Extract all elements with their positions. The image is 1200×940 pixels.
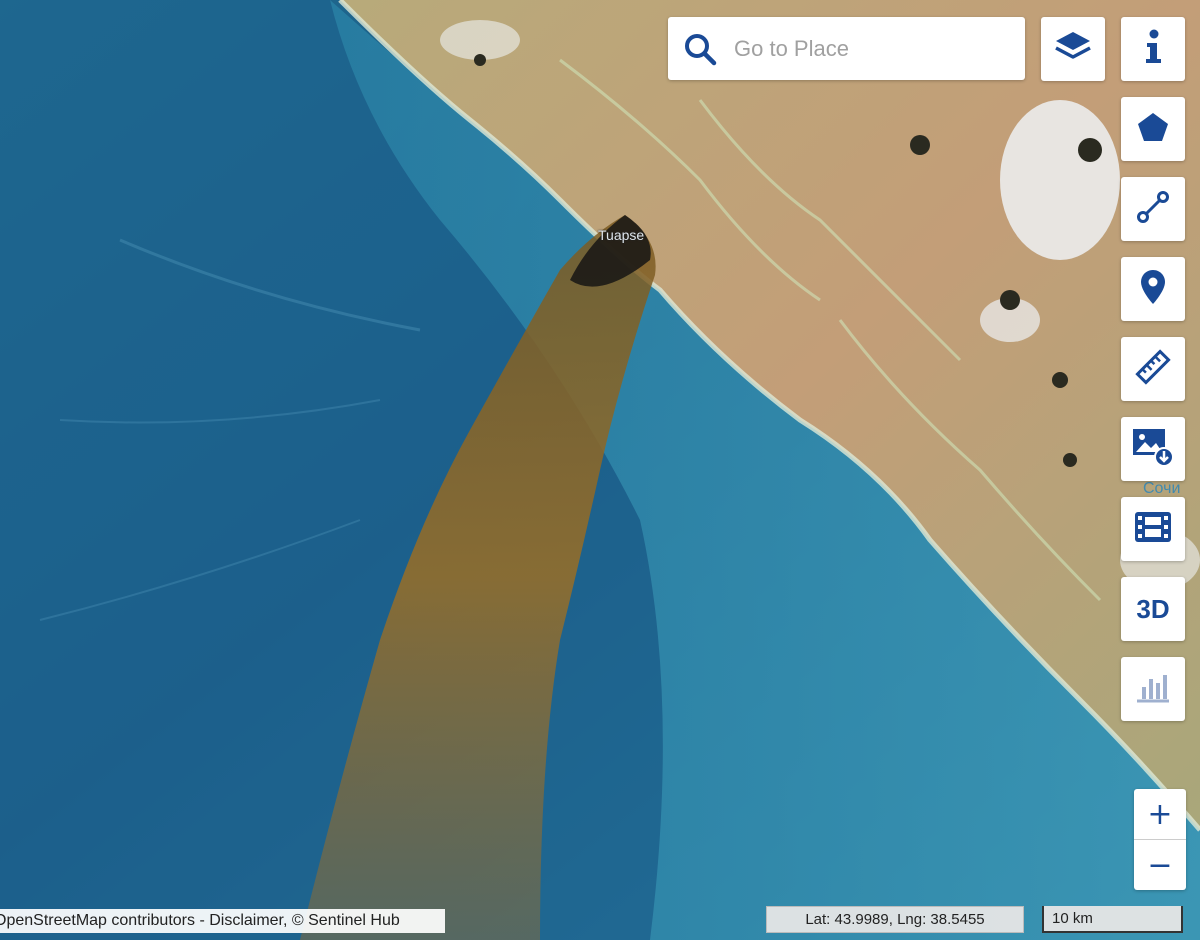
3d-label: 3D — [1136, 593, 1170, 624]
map-pin-icon — [1140, 269, 1166, 310]
satellite-imagery — [0, 0, 1200, 940]
layers-icon — [1053, 29, 1093, 70]
scale-bar: 10 km — [1042, 906, 1183, 933]
bar-chart-icon — [1135, 671, 1171, 708]
zoom-control: + − — [1134, 789, 1186, 890]
zoom-out-button[interactable]: − — [1134, 840, 1186, 890]
download-image-button[interactable] — [1121, 417, 1185, 481]
attribution-text[interactable]: OpenStreetMap contributors - Disclaimer,… — [0, 912, 400, 929]
attribution-bar: OpenStreetMap contributors - Disclaimer,… — [0, 909, 445, 933]
cursor-coordinates: Lat: 43.9989, Lng: 38.5455 — [766, 906, 1024, 933]
place-label-tuapse: Tuapse — [598, 227, 645, 243]
search-box — [668, 17, 1025, 80]
draw-polygon-button[interactable] — [1121, 97, 1185, 161]
timelapse-button[interactable] — [1121, 497, 1185, 561]
pentagon-icon — [1137, 112, 1169, 147]
info-icon — [1143, 29, 1163, 70]
ruler-button[interactable] — [1121, 337, 1185, 401]
search-icon[interactable] — [668, 17, 732, 80]
map-viewport[interactable]: Tuapse Сочи Go to Place 3D + − OpenStree… — [0, 0, 1200, 940]
layers-button[interactable] — [1041, 17, 1105, 81]
place-pin-button[interactable] — [1121, 257, 1185, 321]
line-measure-icon — [1136, 190, 1170, 229]
film-icon — [1134, 511, 1172, 548]
image-download-icon — [1132, 427, 1174, 472]
search-input[interactable] — [732, 34, 1006, 63]
measure-line-button[interactable] — [1121, 177, 1185, 241]
place-label-sochi: Сочи — [1143, 480, 1181, 497]
info-button[interactable] — [1121, 17, 1185, 81]
zoom-in-button[interactable]: + — [1134, 789, 1186, 839]
3d-view-button[interactable]: 3D — [1121, 577, 1185, 641]
ruler-icon — [1135, 348, 1171, 390]
statistics-button[interactable] — [1121, 657, 1185, 721]
